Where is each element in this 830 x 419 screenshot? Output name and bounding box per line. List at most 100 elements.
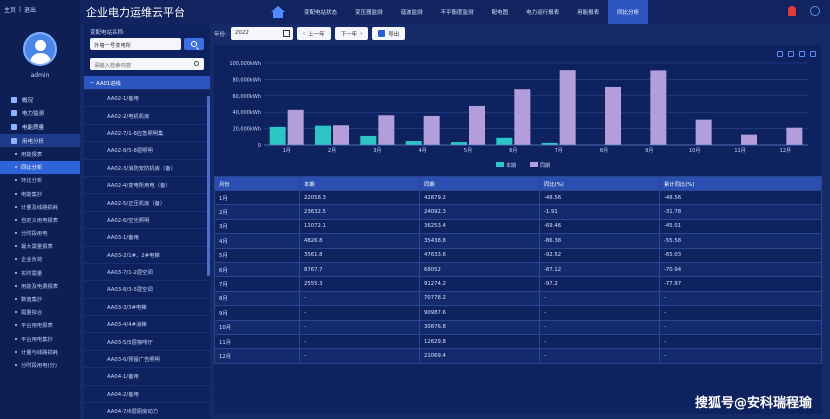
table-cell: 23632.5 (299, 204, 420, 220)
tree-node-parent[interactable]: − AA01进线 (84, 76, 210, 90)
sidebar-subitem-value-collection[interactable]: 数值集抄 (0, 292, 80, 305)
download-icon[interactable] (777, 51, 783, 57)
sidebar-item-power-monitor[interactable]: 电力监测 (0, 107, 80, 121)
table-cell: 91274.2 (419, 276, 540, 292)
tree-node[interactable]: AA02-8/5-8层照明 (84, 142, 210, 160)
home-icon[interactable] (271, 6, 285, 18)
tree-node[interactable]: AA04-2/备用 (84, 386, 210, 404)
table-cell: -87.12 (539, 261, 660, 278)
exit-link[interactable]: 退出 (24, 5, 36, 14)
table-cell: - (659, 319, 822, 335)
sidebar-subitem-timeslot-usage-min[interactable]: 分时段用电(分) (0, 358, 80, 371)
station-input[interactable]: 外墙一号变电所 (90, 38, 181, 50)
tree-node-label: AA01进线 (96, 80, 121, 87)
sidebar-subitem-metering-line-loss[interactable]: 计量与线路损耗 (0, 345, 80, 358)
bullet-icon (15, 218, 17, 221)
prev-year-button[interactable]: ‹ 上一年 (296, 27, 331, 40)
chart-bar (559, 70, 576, 145)
chart-bar (451, 142, 467, 145)
table-cell: 22058.3 (299, 189, 420, 206)
table-cell: -45.01 (659, 218, 822, 235)
sidebar-subitem-max-demand[interactable]: 最大需量报表 (0, 240, 80, 253)
tab-yoy-analysis[interactable]: 同比分析 (608, 0, 649, 24)
chart-bar (315, 125, 331, 145)
avatar[interactable] (23, 32, 57, 66)
x-tick-label: 2月 (328, 148, 336, 154)
sidebar-subitem-label: 实时需量 (21, 270, 43, 277)
x-tick-label: 7月 (555, 148, 563, 154)
sidebar-subitem-platform-report[interactable]: 平台用电报表 (0, 319, 80, 332)
table-cell: - (539, 319, 660, 335)
tree-node[interactable]: AA03-7/1-2层空调 (84, 264, 210, 282)
tree-node[interactable]: AA03-5/5层咖啡厅 (84, 333, 210, 351)
bullet-icon (15, 179, 17, 182)
sidebar-subitem-timeslot-usage[interactable]: 分时段用电 (0, 227, 80, 240)
refresh-icon[interactable] (810, 51, 816, 57)
sidebar-subitem-metering-loss[interactable]: 计量及线路损耗 (0, 200, 80, 213)
tree-node[interactable]: AA03-2/1#、2#电梯 (84, 247, 210, 264)
sidebar-menu: 概况 电力监测 电能质量 用电分析 用能报表 同比分析 环比分析 电能集抄 计量… (0, 93, 80, 372)
column-header-cumulative-yoy: 累计同比(%) (659, 176, 822, 191)
tab-harmonic-monitor[interactable]: 谐波监测 (392, 0, 432, 24)
avatar-body (30, 53, 51, 64)
sidebar-subitem-enterprise-load[interactable]: 企业负荷 (0, 253, 80, 266)
table-cell: -1.91 (539, 204, 660, 220)
chart-area: 0 20,000kWh 40,000kWh 60,000kWh 80,000kWh 100… (214, 45, 822, 174)
year-input[interactable]: 2022 (230, 27, 293, 40)
tab-energy-report[interactable]: 用能报表 (568, 0, 608, 24)
sidebar-subitem-energy-fee-report[interactable]: 用能及电费报表 (0, 279, 80, 292)
tree-search-input[interactable]: 请输入检索内容 (90, 58, 204, 70)
tree-node[interactable]: AA02-2/电机机房 (84, 107, 210, 125)
tab-transformer-monitor[interactable]: 变压器监测 (346, 0, 392, 24)
sidebar-item-label: 用电分析 (22, 138, 45, 145)
sidebar-subitem-platform-collection[interactable]: 平台用电集抄 (0, 332, 80, 345)
table-row: 3月 11072.1 36253.4 -69.46 -45.01 (214, 218, 822, 235)
sidebar-subitem-realtime-demand[interactable]: 实时需量 (0, 266, 80, 279)
sidebar-subitem-yoy-analysis[interactable]: 同比分析 (0, 160, 80, 174)
yoy-data-table: 月份 本期 同期 同比(%) 累计同比(%) 1月 22058.3 42879.2-… (214, 176, 822, 364)
export-button[interactable]: 导出 (372, 27, 406, 40)
alarm-bell-icon[interactable] (788, 6, 796, 16)
tree-node[interactable]: AA02-1/备用 (84, 90, 210, 108)
table-cell: -70.94 (659, 261, 822, 278)
tree-node[interactable]: AA02-6/空光照明 (84, 212, 210, 230)
tab-power-operation-report[interactable]: 电力运行报表 (517, 0, 568, 24)
tree-node[interactable]: AA02-4/变电所用电（备） (84, 177, 210, 195)
line-chart-icon[interactable] (788, 51, 794, 57)
sidebar-item-usage-analysis[interactable]: 用电分析 (0, 133, 80, 148)
next-year-button[interactable]: 下一年 › (334, 27, 369, 40)
table-cell: 12629.8 (419, 333, 540, 350)
sidebar-subitem-mom-analysis[interactable]: 环比分析 (0, 174, 80, 187)
sidebar-item-overview[interactable]: 概况 (0, 93, 80, 107)
tree-node[interactable]: AA02-7/1-8应急照明集 (84, 125, 210, 143)
bullet-icon (15, 232, 17, 235)
home-link[interactable]: 主页 (4, 5, 16, 14)
table-cell: 30876.8 (419, 319, 540, 335)
tab-distribution-diagram[interactable]: 配电图 (483, 0, 518, 24)
tree-node[interactable]: AA02-3/消防安防机房（备） (84, 160, 210, 177)
tree-scrollbar[interactable] (207, 96, 210, 276)
tree-node[interactable]: AA04-1/备用 (84, 368, 210, 386)
table-cell: 42879.2 (419, 189, 540, 206)
table-cell: -31.78 (659, 204, 822, 220)
tree-node[interactable]: AA03-6/预留广告照明 (84, 351, 210, 369)
tree-node[interactable]: AA03-3/3#电梯 (84, 299, 210, 317)
sidebar-subitem-demand-fit[interactable]: 需量拟合 (0, 306, 80, 319)
sidebar-subitem-label: 同比分析 (21, 165, 43, 172)
sidebar-subitem-energy-report[interactable]: 用能报表 (0, 147, 80, 160)
station-search-button[interactable] (184, 38, 204, 50)
chart-bar (405, 141, 422, 145)
tree-node[interactable]: AA03-4/4#消梯 (84, 316, 210, 334)
tree-node[interactable]: AA04-7/6层厨房动力 (84, 403, 210, 419)
tree-node[interactable]: AA03-1/备用 (84, 229, 210, 247)
tab-substation-status[interactable]: 变配电站状态 (295, 0, 346, 24)
tab-unbalance-monitor[interactable]: 不平衡度监测 (432, 0, 483, 24)
tree-node[interactable]: AA02-5/正压机房（备） (84, 194, 210, 212)
sidebar-subitem-energy-collection[interactable]: 电能集抄 (0, 187, 80, 200)
power-exit-icon[interactable] (810, 6, 820, 16)
chart-bar (695, 119, 712, 145)
bar-chart-icon[interactable] (799, 51, 805, 57)
tree-node[interactable]: AA03-8/3-5层空调 (84, 281, 210, 299)
sidebar-item-power-quality[interactable]: 电能质量 (0, 120, 80, 134)
sidebar-subitem-custom-report[interactable]: 自定义用电报表 (0, 213, 80, 226)
